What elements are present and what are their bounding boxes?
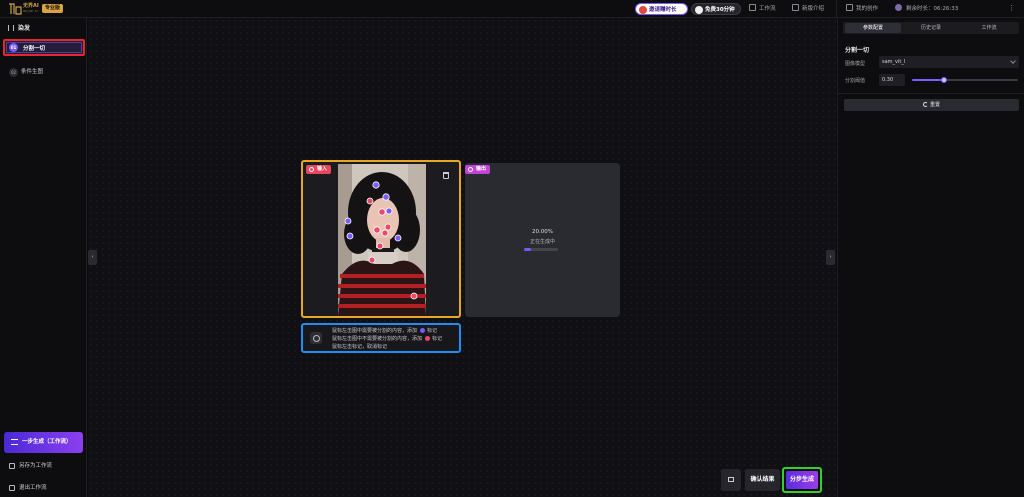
gallery-icon: [846, 4, 853, 11]
output-tag-label: 输出: [476, 166, 487, 172]
tab-history[interactable]: 历史记录: [903, 23, 959, 33]
threshold-slider[interactable]: [912, 77, 1018, 83]
model-select-value: sam_vit_l: [882, 59, 906, 65]
hint-tag: 标记: [427, 328, 438, 334]
exit-icon: [9, 485, 15, 491]
topbar-divider: [836, 0, 837, 18]
step-segment-anything[interactable]: 01 分割一切: [3, 39, 85, 56]
more-vertical-icon[interactable]: ⋮: [1008, 4, 1015, 12]
hint-line: 鼠标左击图中不需要被分割的内容，添加 标记: [332, 335, 442, 342]
progress-bar-fill: [524, 248, 531, 251]
step-conditional-generation[interactable]: 02 条件生图: [3, 64, 85, 81]
hint-line: 鼠标左击标记，取消标记: [332, 343, 387, 350]
left-sidebar: 染发 01 分割一切 02 条件生图 一步生成（工作流） 另存为工作流 退出工作…: [0, 18, 87, 497]
workflow-link-label: 工作流: [759, 6, 776, 12]
step-generate-label: 分步生成: [786, 471, 818, 489]
panel-tabs: 参数配置 历史记录 工作流: [843, 22, 1019, 34]
one-step-generate-button[interactable]: 一步生成（工作流）: [4, 432, 83, 453]
new-version-guide-link[interactable]: 新版介绍: [792, 3, 824, 15]
collapse-left-chevron-icon[interactable]: ‹: [88, 250, 97, 265]
save-as-workflow-button[interactable]: 另存为工作流: [9, 461, 52, 471]
input-tag-icon: [309, 167, 314, 172]
threshold-label: 分割阈值: [845, 78, 866, 84]
chevron-down-icon: [1010, 58, 1016, 64]
my-creations-link[interactable]: 我的创作: [846, 3, 878, 15]
model-select[interactable]: sam_vit_l: [879, 56, 1019, 68]
output-card: 输出 20.00% 正在生成中: [465, 163, 620, 317]
pro-badge: 专业版: [42, 4, 64, 13]
hint-tag: 标记: [432, 336, 443, 342]
brand-subtitle: WUJIE AI: [23, 9, 39, 13]
positive-marker-icon: [420, 328, 426, 333]
image-icon: [728, 477, 734, 482]
clock-icon: [695, 6, 703, 14]
save-icon: [9, 463, 15, 469]
top-bar: 无界AI WUJIE AI 专业版 邀请赚时长 免费30分钟 工作流 新版介绍 …: [0, 0, 1024, 18]
guide-link-label: 新版介绍: [802, 6, 825, 12]
swap-arrows-icon: [11, 439, 18, 445]
collapse-right-chevron-icon[interactable]: ›: [826, 250, 835, 265]
hint-text: 鼠标左击图中需要被分割的内容，添加: [332, 328, 418, 334]
invite-label: 邀请赚时长: [649, 7, 677, 13]
progress-status: 正在生成中: [529, 239, 555, 245]
workflow-icon: [8, 25, 14, 31]
threshold-slider-thumb[interactable]: [940, 77, 947, 83]
step-generate-button[interactable]: 分步生成: [782, 467, 822, 493]
refresh-icon: [922, 102, 928, 107]
remaining-time-label: 剩余时长：06:26:33: [906, 6, 959, 12]
avatar[interactable]: [895, 4, 902, 11]
input-tag-label: 输入: [317, 166, 328, 172]
workflow-link[interactable]: 工作流: [749, 3, 776, 15]
step-number: 02: [9, 68, 18, 77]
trash-icon[interactable]: [443, 172, 449, 179]
hint-text: 鼠标左击图中不需要被分割的内容，添加: [332, 336, 423, 342]
progress-bar: [524, 248, 558, 251]
right-panel: 参数配置 历史记录 工作流 分割一切 图像模型 sam_vit_l 分割阈值 0…: [837, 18, 1024, 497]
canvas[interactable]: [88, 18, 836, 497]
hint-text: 鼠标左击标记，取消标记: [332, 344, 388, 350]
free-time-label: 免费30分钟: [705, 7, 735, 13]
info-icon: [310, 332, 322, 344]
section-title: 分割一切: [845, 47, 870, 54]
progress-percent: 20.00%: [532, 229, 553, 235]
workflow-title-text: 染发: [18, 25, 31, 32]
reset-button[interactable]: 重置: [844, 99, 1019, 111]
hint-line: 鼠标左击图中需要被分割的内容，添加 标记: [332, 327, 437, 334]
output-tag: 输出: [465, 165, 491, 174]
save-as-workflow-label: 另存为工作流: [19, 463, 53, 469]
confirm-result-button[interactable]: 确认结果: [745, 469, 780, 491]
gift-icon: [639, 6, 647, 14]
hint-box: 鼠标左击图中需要被分割的内容，添加 标记 鼠标左击图中不需要被分割的内容，添加 标记…: [301, 323, 461, 353]
invite-button[interactable]: 邀请赚时长: [635, 3, 688, 15]
exit-workflow-label: 退出工作流: [19, 485, 47, 491]
exit-workflow-button[interactable]: 退出工作流: [9, 483, 47, 493]
tab-workflow[interactable]: 工作流: [961, 23, 1017, 33]
input-photo[interactable]: [338, 164, 426, 316]
input-image-card[interactable]: 输入: [301, 160, 461, 318]
model-label: 图像模型: [845, 61, 866, 67]
panel-divider: [838, 93, 1024, 94]
one-step-generate-label: 一步生成（工作流）: [22, 439, 72, 445]
my-creations-label: 我的创作: [856, 6, 879, 12]
free-time-button[interactable]: 免费30分钟: [691, 3, 741, 15]
brand-logo-icon: [9, 3, 22, 15]
threshold-input[interactable]: 0.30: [879, 74, 905, 86]
remaining-time: 剩余时长：06:26:33: [895, 3, 958, 15]
reset-label: 重置: [929, 102, 940, 108]
input-tag: 输入: [306, 165, 332, 174]
threshold-slider-fill: [912, 79, 944, 81]
tab-params[interactable]: 参数配置: [845, 23, 901, 33]
workflow-title: 染发: [8, 23, 30, 32]
book-icon: [792, 4, 799, 11]
step-number: 01: [9, 43, 18, 52]
step-label: 条件生图: [21, 69, 44, 75]
workflow-icon: [749, 4, 756, 11]
output-tag-icon: [468, 167, 473, 172]
negative-marker-icon: [425, 336, 431, 341]
preview-toggle-button[interactable]: [721, 469, 741, 491]
